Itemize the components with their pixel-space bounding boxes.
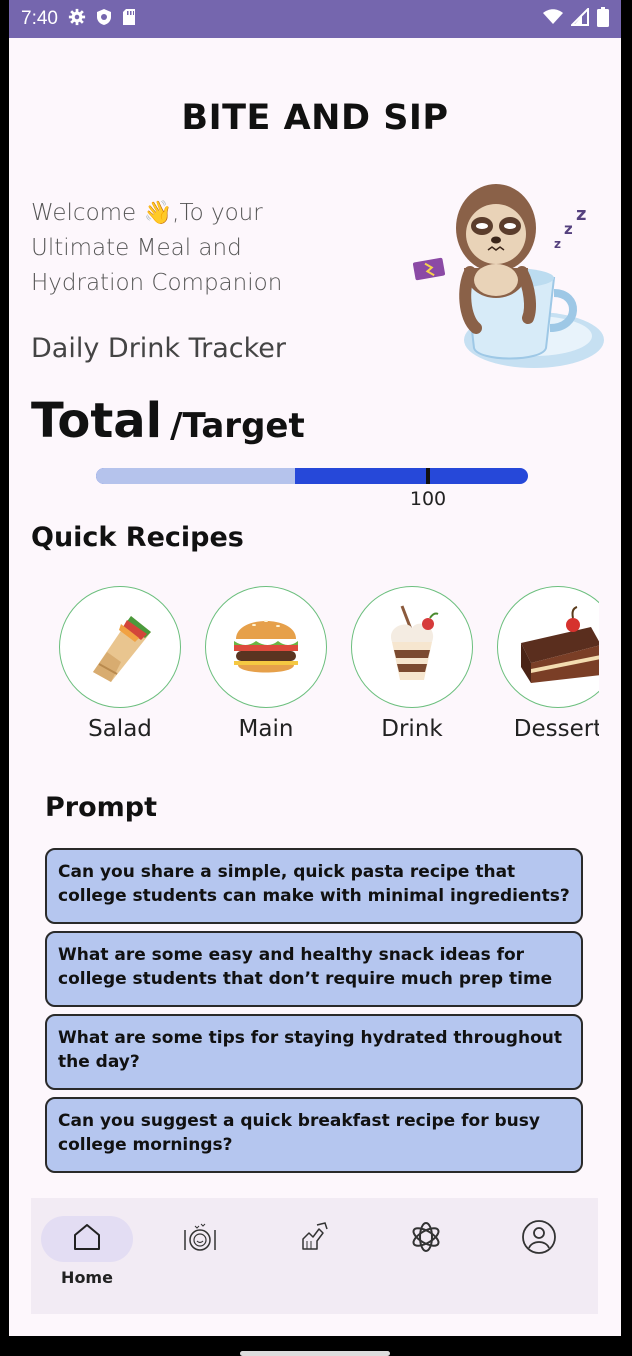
prompt-card[interactable]: Can you share a simple, quick pasta reci…: [45, 848, 583, 924]
sd-card-icon: [122, 8, 136, 30]
prompt-title: Prompt: [45, 792, 158, 823]
prompt-card[interactable]: Can you suggest a quick breakfast recipe…: [45, 1097, 583, 1173]
svg-text:z: z: [554, 237, 561, 251]
daily-drink-tracker-label: Daily Drink Tracker: [31, 333, 287, 364]
sleeping-sloth-illustration: z z z: [404, 168, 609, 383]
recipe-circle: [59, 586, 181, 708]
milkshake-icon: [372, 602, 452, 692]
drink-progress-bar: [96, 468, 528, 484]
recipe-category-drink[interactable]: Drink: [351, 586, 473, 742]
target-value: 100: [409, 488, 447, 510]
battery-icon: [597, 7, 609, 31]
nav-item-home[interactable]: Home: [41, 1216, 133, 1287]
nav-item-meal[interactable]: [154, 1216, 246, 1262]
nav-item-ai-chat[interactable]: [380, 1216, 472, 1262]
gesture-home-indicator[interactable]: [240, 1351, 390, 1356]
welcome-text: Welcome 👋,To your Ultimate Meal and Hydr…: [31, 200, 283, 296]
status-time: 7:40: [21, 8, 58, 29]
nav-item-profile[interactable]: [493, 1216, 585, 1262]
quick-recipes-carousel[interactable]: Salad Main Drink Dessert: [59, 586, 599, 746]
svg-text:z: z: [564, 220, 573, 238]
cooking-hand-icon: [295, 1219, 331, 1259]
prompt-card[interactable]: What are some easy and healthy snack ide…: [45, 931, 583, 1007]
status-bar: 7:40: [9, 0, 621, 38]
recipe-label: Main: [238, 716, 294, 742]
nav-pill: [380, 1216, 472, 1262]
wifi-icon: [543, 9, 563, 29]
home-screen: BITE AND SIP Welcome 👋,To your Ultimate …: [9, 38, 621, 1336]
app-title: BITE AND SIP: [181, 98, 449, 138]
cake-icon: [515, 605, 599, 689]
burger-icon: [226, 605, 306, 689]
recipe-circle: [497, 586, 599, 708]
nav-pill: [154, 1216, 246, 1262]
profile-icon: [521, 1219, 557, 1259]
recipe-category-main[interactable]: Main: [205, 586, 327, 742]
total-target-row: Total /Target: [31, 393, 305, 449]
home-icon: [71, 1221, 103, 1257]
prompt-card[interactable]: What are some tips for staying hydrated …: [45, 1014, 583, 1090]
recipe-category-salad[interactable]: Salad: [59, 586, 181, 742]
recipe-circle: [351, 586, 473, 708]
recipe-circle: [205, 586, 327, 708]
settings-icon: [68, 8, 86, 30]
nav-pill: [493, 1216, 585, 1262]
signal-icon: [569, 6, 589, 30]
wrap-icon: [77, 602, 163, 692]
target-marker: [426, 468, 430, 484]
quick-recipes-title: Quick Recipes: [31, 522, 244, 553]
shield-icon: [96, 8, 112, 30]
meal-plate-icon: [181, 1220, 219, 1258]
recipe-label: Drink: [381, 716, 443, 742]
drink-progress-fill: [96, 468, 295, 484]
total-label: Total: [31, 393, 163, 449]
nav-pill-active: [41, 1216, 133, 1262]
nav-label-home: Home: [61, 1268, 113, 1287]
recipe-label: Salad: [88, 716, 152, 742]
recipe-label: Dessert: [513, 716, 599, 742]
nav-item-cooking[interactable]: [267, 1216, 359, 1262]
target-label: /Target: [170, 406, 305, 446]
nav-pill: [267, 1216, 359, 1262]
svg-text:z: z: [576, 204, 586, 225]
recipe-category-dessert[interactable]: Dessert: [497, 586, 599, 742]
bottom-navigation: Home: [31, 1198, 598, 1314]
ai-chat-icon: [408, 1219, 444, 1259]
